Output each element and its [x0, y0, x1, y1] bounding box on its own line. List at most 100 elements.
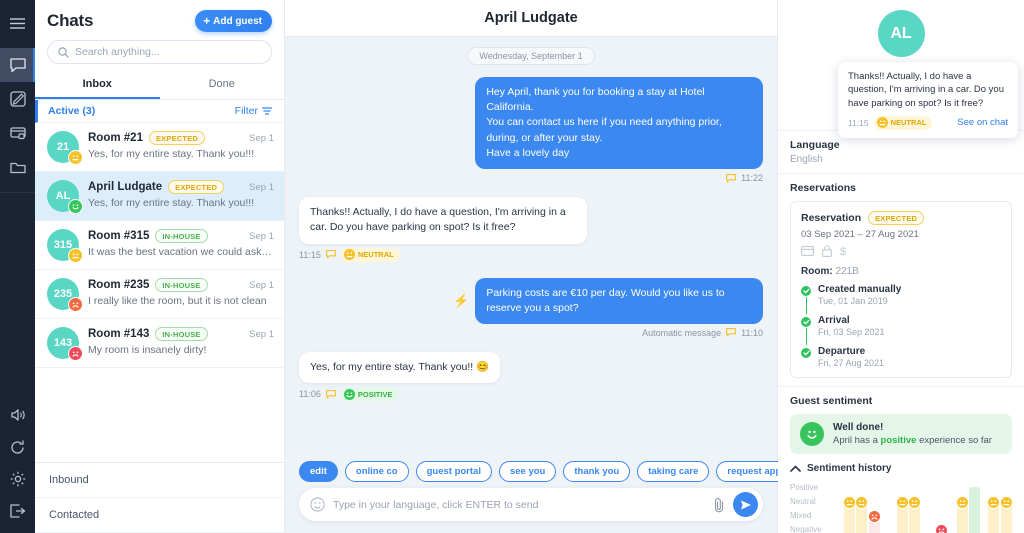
message-meta: Automatic message 11:10: [299, 328, 763, 338]
chart-y-tick: Mixed: [790, 511, 812, 520]
timeline-date: Fri, 03 Sep 2021: [818, 327, 885, 337]
channel-icon: [726, 328, 737, 337]
chart-bar-face-icon: [867, 510, 881, 523]
svg-text:$: $: [840, 246, 846, 257]
message-row-incoming: Yes, for my entire stay. Thank you!! 😊: [299, 351, 763, 384]
quick-reply-chip[interactable]: taking care: [637, 461, 710, 482]
chart-y-axis: Positive Neutral Mixed Negative: [790, 480, 828, 533]
message-bubble: Thanks!! Actually, I do have a question,…: [299, 197, 587, 244]
tooltip-sentiment-label: NEUTRAL: [890, 118, 927, 128]
footer-item-contacted[interactable]: Contacted: [35, 498, 284, 533]
chat-list-item[interactable]: 235 Room #235 IN-HOUSE Sep 1 I really li…: [35, 270, 284, 319]
rail-item-compose[interactable]: [0, 82, 35, 116]
search-input[interactable]: [75, 46, 261, 58]
chevron-up-icon: [790, 465, 801, 472]
chat-item-title-row: Room #235 IN-HOUSE Sep 1: [88, 278, 274, 292]
quick-reply-chip[interactable]: online co: [344, 461, 409, 482]
chat-item-title-row: April Ludgate EXPECTED Sep 1: [88, 180, 274, 194]
chat-item-preview: I really like the room, but it is not cl…: [88, 295, 267, 307]
rail-item-billing[interactable]: [0, 116, 35, 150]
chart-plot-area[interactable]: [830, 480, 1013, 533]
channel-icon: [325, 250, 336, 259]
reservation-card[interactable]: Reservation EXPECTED 03 Sep 2021 – 27 Au…: [790, 201, 1012, 378]
sentiment-summary-text: Well done! April has a positive experien…: [833, 422, 992, 446]
message-scroll-area[interactable]: Wednesday, September 1 Hey April, thank …: [285, 37, 777, 453]
message-bubble: Yes, for my entire stay. Thank you!! 😊: [299, 351, 501, 384]
guest-info-pane: AL April Ludgate Delete Edit Language En…: [778, 0, 1024, 533]
message-row-outgoing: ⚡ Parking costs are €10 per day. Would yo…: [299, 277, 763, 324]
quick-reply-chip[interactable]: edit: [299, 461, 338, 482]
see-on-chat-link[interactable]: See on chat: [957, 117, 1008, 128]
footer-item-inbound[interactable]: Inbound: [35, 463, 284, 498]
message-meta: 11:06 POSITIVE: [299, 387, 763, 402]
chart-bar-face-icon: [895, 496, 909, 509]
filter-icon: [262, 107, 272, 115]
chat-item-name: Room #21: [88, 132, 143, 144]
chat-item-time: Sep 1: [249, 230, 274, 242]
mood-icon: [68, 150, 83, 165]
sentiment-badge: POSITIVE: [340, 387, 399, 402]
chat-list-footer: Inbound Contacted: [35, 462, 284, 533]
gear-icon[interactable]: [0, 463, 35, 495]
avatar-wrapper: 315: [47, 229, 83, 263]
add-guest-button[interactable]: + Add guest: [195, 10, 272, 32]
attachment-icon[interactable]: [713, 497, 725, 513]
room-row: Room: 221B: [801, 266, 1001, 277]
quick-reply-chip[interactable]: thank you: [563, 461, 631, 482]
logout-icon[interactable]: [0, 495, 35, 527]
timeline-label: Arrival: [818, 315, 850, 326]
chat-list-item[interactable]: 143 Room #143 IN-HOUSE Sep 1 My room is …: [35, 319, 284, 368]
conversation-header: April Ludgate: [285, 0, 777, 37]
timeline-text: Departure Fri, 27 Aug 2021: [818, 346, 884, 368]
chat-item-preview: Yes, for my entire stay. Thank you!!!: [88, 197, 255, 209]
search-icon: [58, 46, 69, 58]
sentiment-history-toggle[interactable]: Sentiment history: [790, 463, 1012, 474]
quick-reply-chip[interactable]: see you: [498, 461, 557, 482]
sentiment-summary-card: Well done! April has a positive experien…: [790, 414, 1012, 454]
chat-list-item[interactable]: 21 Room #21 EXPECTED Sep 1 Yes, for my e…: [35, 123, 284, 172]
chat-item-title-row: Room #143 IN-HOUSE Sep 1: [88, 327, 274, 341]
chart-bar-face-icon: [987, 496, 1001, 509]
chat-list-item[interactable]: AL April Ludgate EXPECTED Sep 1 Yes, for…: [35, 172, 284, 221]
message-composer[interactable]: [299, 488, 763, 521]
emoji-icon[interactable]: [310, 497, 325, 512]
chat-item-time: Sep 1: [249, 328, 274, 340]
chart-y-tick: Negative: [790, 525, 822, 533]
chat-list-item[interactable]: 315 Room #315 IN-HOUSE Sep 1 It was the …: [35, 221, 284, 270]
filter-label: Filter: [234, 105, 258, 117]
timeline-date: Tue, 01 Jan 2019: [818, 296, 888, 306]
active-subheader: Active (3) Filter: [35, 100, 284, 123]
plus-icon: +: [203, 14, 211, 28]
refresh-icon[interactable]: [0, 431, 35, 463]
chat-item-name: April Ludgate: [88, 181, 163, 193]
filter-button[interactable]: Filter: [235, 105, 272, 117]
avatar-wrapper: 143: [47, 327, 83, 361]
tab-done[interactable]: Done: [160, 72, 285, 99]
tooltip-footer: 11:15 NEUTRAL See on chat: [848, 115, 1008, 130]
menu-icon[interactable]: [0, 10, 35, 36]
reservation-label: Reservation: [801, 212, 862, 224]
inbox-tabs: Inbox Done: [35, 72, 284, 100]
tab-inbox[interactable]: Inbox: [35, 72, 160, 99]
timeline-label: Departure: [818, 346, 866, 357]
rail-item-cases[interactable]: [0, 150, 35, 184]
sentiment-headline: Well done!: [833, 422, 884, 433]
message-input[interactable]: [333, 498, 705, 511]
volume-icon[interactable]: [0, 399, 35, 431]
chart-bar[interactable]: [969, 487, 981, 533]
chart-bar-face-icon: [908, 496, 922, 509]
automation-bolt-icon: ⚡: [453, 292, 470, 308]
message-time: 11:15: [299, 249, 321, 260]
chat-item-time: Sep 1: [249, 279, 274, 291]
reservations-section: Reservations Reservation EXPECTED 03 Sep…: [778, 173, 1024, 386]
quick-reply-chip[interactable]: guest portal: [415, 461, 492, 482]
app-rail: [0, 0, 35, 533]
search-box[interactable]: [47, 40, 272, 64]
chat-item-time: Sep 1: [249, 181, 274, 193]
avatar-wrapper: 21: [47, 131, 83, 165]
channel-icon: [726, 173, 737, 183]
chart-bar-face-icon: [999, 496, 1013, 509]
reservation-dates: 03 Sep 2021 – 27 Aug 2021: [801, 229, 919, 240]
send-button[interactable]: [733, 492, 758, 517]
rail-item-chats[interactable]: [0, 48, 35, 82]
